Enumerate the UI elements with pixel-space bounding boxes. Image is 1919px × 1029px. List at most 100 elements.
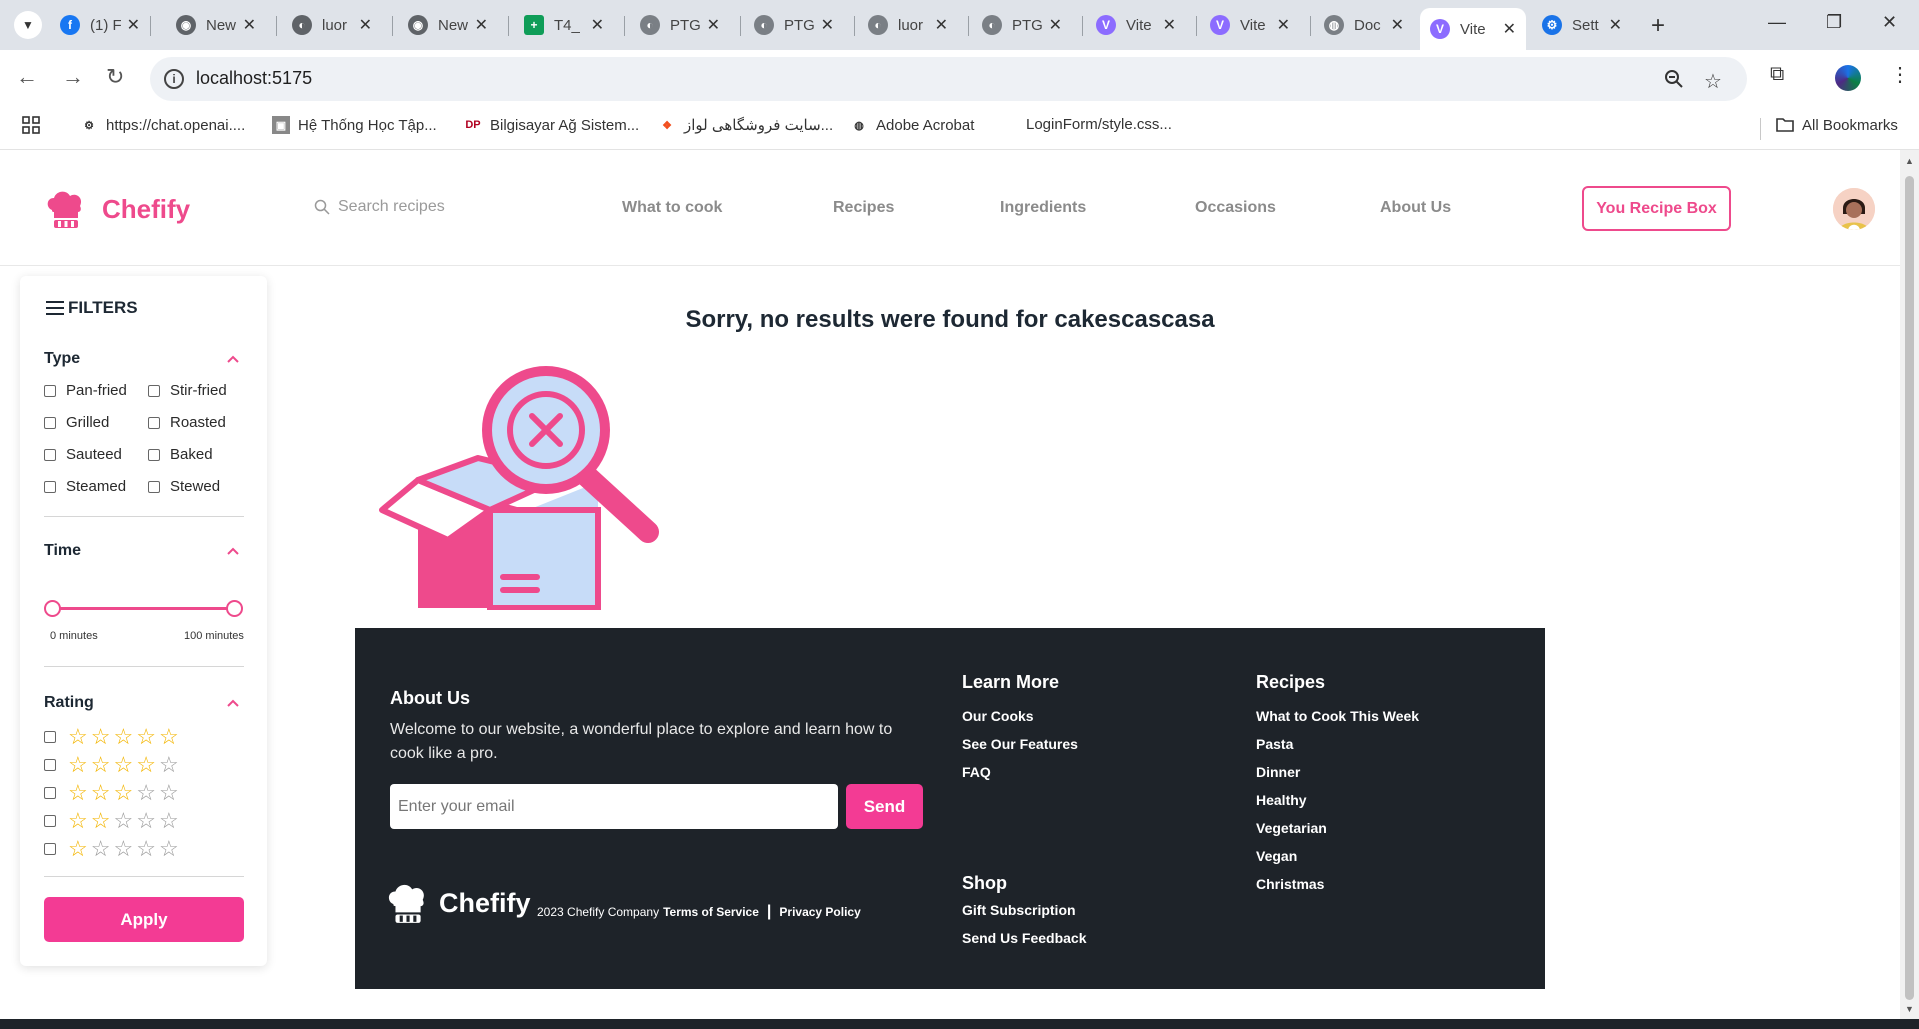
checkbox[interactable]: [148, 384, 160, 397]
site-info-icon[interactable]: i: [164, 69, 184, 89]
bookmark-item[interactable]: ▣ Hệ Thống Học Tập...: [272, 116, 437, 134]
rating-option-3[interactable]: ☆ ☆ ☆ ☆ ☆: [44, 782, 182, 804]
close-tab-icon[interactable]: ✕: [1277, 15, 1290, 35]
profile-icon[interactable]: [1835, 65, 1861, 91]
browser-tab[interactable]: ◐ PTG ✕: [630, 8, 730, 42]
close-tab-icon[interactable]: ✕: [1049, 15, 1062, 35]
checkbox[interactable]: [44, 384, 56, 397]
checkbox[interactable]: [44, 416, 56, 429]
footer-link[interactable]: Gift Subscription: [962, 902, 1076, 918]
checkbox[interactable]: [44, 480, 56, 493]
close-tab-icon[interactable]: ✕: [935, 15, 948, 35]
close-tab-icon[interactable]: ✕: [1163, 15, 1176, 35]
footer-link[interactable]: Send Us Feedback: [962, 930, 1087, 946]
chevron-up-icon[interactable]: [226, 696, 240, 710]
terms-link[interactable]: Terms of Service: [663, 905, 759, 919]
zoom-icon[interactable]: [1664, 69, 1684, 95]
type-option-sauteed[interactable]: Sauteed: [44, 446, 122, 463]
browser-tab[interactable]: ◉ New ✕: [166, 8, 266, 42]
bookmark-item[interactable]: LoginForm/style.css...: [1026, 116, 1172, 133]
checkbox[interactable]: [148, 448, 160, 461]
vertical-scrollbar[interactable]: ▲ ▼: [1900, 150, 1919, 1019]
browser-tab[interactable]: ◐ luor ✕: [858, 8, 958, 42]
apply-button[interactable]: Apply: [44, 897, 244, 942]
close-tab-icon[interactable]: ✕: [243, 15, 256, 35]
nav-occasions[interactable]: Occasions: [1195, 199, 1276, 217]
footer-link[interactable]: Dinner: [1256, 764, 1300, 780]
browser-tab[interactable]: ⚙ Sett ✕: [1532, 8, 1632, 42]
browser-tab[interactable]: ◐ PTG ✕: [972, 8, 1072, 42]
browser-tab-active[interactable]: V Vite ✕: [1420, 8, 1526, 50]
footer-link[interactable]: Vegetarian: [1256, 820, 1327, 836]
close-tab-icon[interactable]: ✕: [1609, 15, 1622, 35]
checkbox[interactable]: [44, 843, 56, 855]
browser-tab[interactable]: ◐ luor ✕: [282, 8, 382, 42]
checkbox[interactable]: [148, 480, 160, 493]
type-option-roasted[interactable]: Roasted: [148, 414, 226, 431]
search-input[interactable]: [338, 198, 538, 216]
nav-ingredients[interactable]: Ingredients: [1000, 199, 1086, 217]
close-tab-icon[interactable]: ✕: [1503, 19, 1516, 39]
type-option-stewed[interactable]: Stewed: [148, 478, 220, 495]
type-option-stir-fried[interactable]: Stir-fried: [148, 382, 227, 399]
checkbox[interactable]: [44, 815, 56, 827]
close-tab-icon[interactable]: ✕: [475, 15, 488, 35]
close-tab-icon[interactable]: ✕: [127, 15, 140, 35]
email-field[interactable]: [390, 784, 838, 829]
nav-recipes[interactable]: Recipes: [833, 199, 894, 217]
footer-link[interactable]: See Our Features: [962, 736, 1078, 752]
bookmark-star-icon[interactable]: ☆: [1704, 69, 1722, 94]
time-slider-track[interactable]: [52, 607, 235, 610]
checkbox[interactable]: [44, 448, 56, 461]
type-option-grilled[interactable]: Grilled: [44, 414, 109, 431]
address-bar[interactable]: i localhost:5175 ☆: [150, 57, 1747, 101]
checkbox[interactable]: [44, 787, 56, 799]
checkbox[interactable]: [44, 759, 56, 771]
footer-link[interactable]: Pasta: [1256, 736, 1293, 752]
footer-link[interactable]: Our Cooks: [962, 708, 1034, 724]
browser-tab[interactable]: ◍ Doc ✕: [1314, 8, 1414, 42]
forward-icon[interactable]: →: [62, 64, 84, 90]
brand-logo[interactable]: Chefify: [44, 188, 190, 230]
rating-option-2[interactable]: ☆ ☆ ☆ ☆ ☆: [44, 810, 182, 832]
footer-link[interactable]: What to Cook This Week: [1256, 708, 1419, 724]
chevron-up-icon[interactable]: [226, 544, 240, 558]
address-url[interactable]: localhost:5175: [196, 68, 312, 89]
chevron-up-icon[interactable]: [226, 352, 240, 366]
type-option-pan-fried[interactable]: Pan-fried: [44, 382, 127, 399]
browser-tab[interactable]: ◐ PTG ✕: [744, 8, 844, 42]
rating-option-4[interactable]: ☆ ☆ ☆ ☆ ☆: [44, 754, 182, 776]
browser-tab[interactable]: f (1) F ✕: [50, 8, 150, 42]
rating-option-1[interactable]: ☆ ☆ ☆ ☆ ☆: [44, 838, 182, 860]
footer-link[interactable]: Christmas: [1256, 876, 1324, 892]
tab-search-button[interactable]: ▼: [14, 11, 42, 39]
scroll-down-arrow-icon[interactable]: ▼: [1905, 1004, 1914, 1014]
browser-tab[interactable]: + T4_ ✕: [514, 8, 614, 42]
rating-option-5[interactable]: ☆ ☆ ☆ ☆ ☆: [44, 726, 182, 748]
extensions-icon[interactable]: ⧉: [1770, 63, 1784, 86]
time-slider-max-handle[interactable]: [226, 600, 243, 617]
bookmark-item[interactable]: ❖ سایت فروشگاهی لواز...: [658, 116, 833, 134]
more-menu-icon[interactable]: ⋮: [1890, 62, 1910, 87]
close-tab-icon[interactable]: ✕: [1391, 15, 1404, 35]
type-option-baked[interactable]: Baked: [148, 446, 213, 463]
time-slider-min-handle[interactable]: [44, 600, 61, 617]
window-close-icon[interactable]: ✕: [1882, 12, 1897, 33]
scroll-up-arrow-icon[interactable]: ▲: [1905, 156, 1914, 166]
bookmark-item[interactable]: ◍ Adobe Acrobat: [850, 116, 974, 134]
back-icon[interactable]: ←: [16, 64, 38, 90]
apps-grid-icon[interactable]: [22, 116, 40, 134]
browser-tab[interactable]: V Vite ✕: [1086, 8, 1186, 42]
footer-link[interactable]: Healthy: [1256, 792, 1307, 808]
restore-icon[interactable]: ❐: [1826, 12, 1842, 33]
new-tab-button[interactable]: +: [1651, 12, 1665, 40]
close-tab-icon[interactable]: ✕: [707, 15, 720, 35]
checkbox[interactable]: [148, 416, 160, 429]
type-option-steamed[interactable]: Steamed: [44, 478, 126, 495]
browser-tab[interactable]: ◉ New ✕: [398, 8, 498, 42]
nav-what-to-cook[interactable]: What to cook: [622, 199, 722, 217]
footer-link[interactable]: Vegan: [1256, 848, 1297, 864]
avatar[interactable]: [1833, 188, 1875, 230]
send-button[interactable]: Send: [846, 784, 923, 829]
minimize-icon[interactable]: —: [1768, 12, 1786, 33]
